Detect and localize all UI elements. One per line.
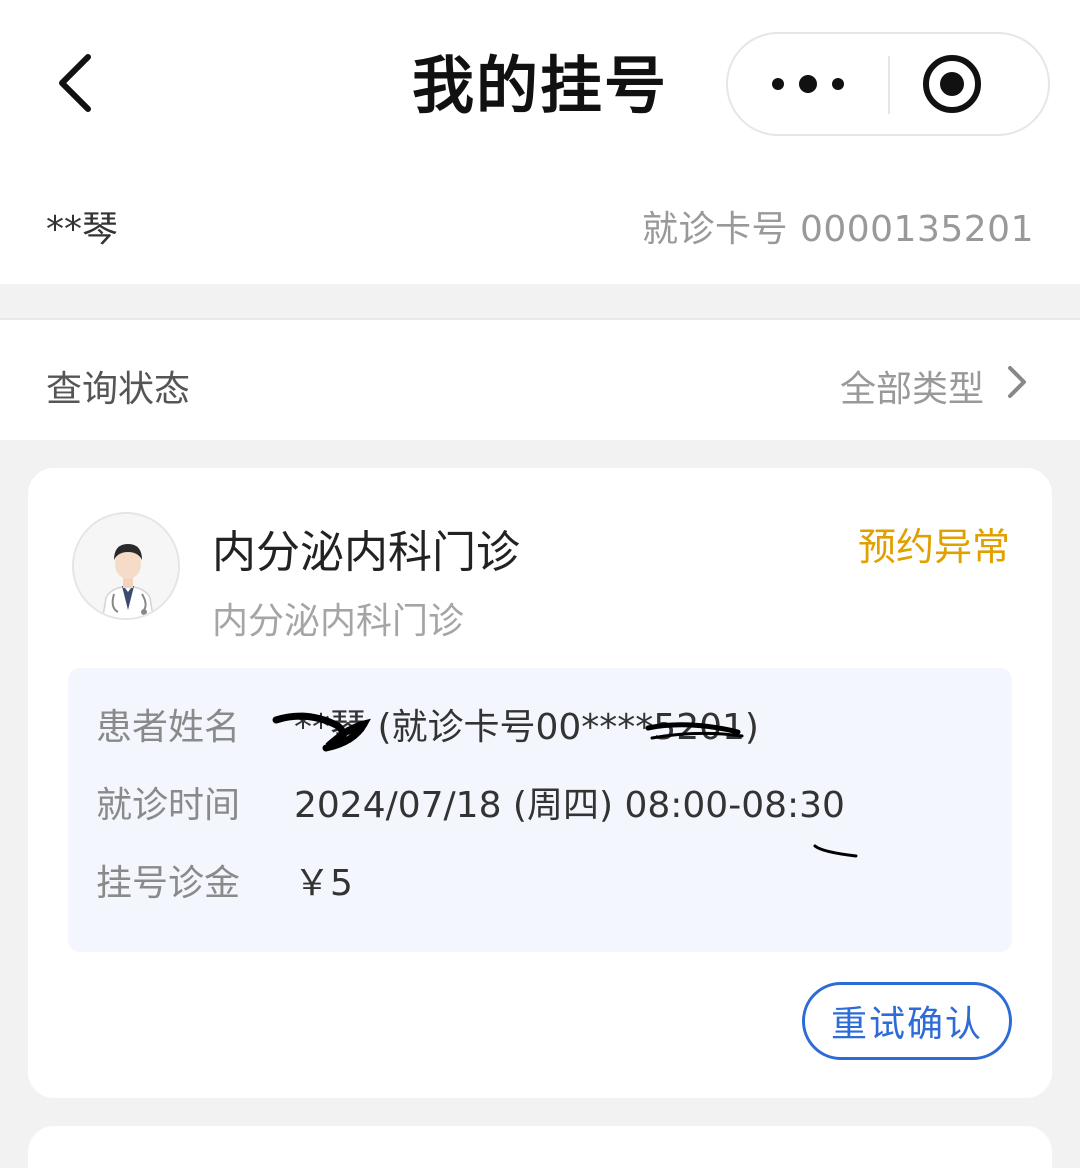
department-subtitle: 内分泌内科门诊	[212, 601, 465, 642]
detail-value: 2024/07/18 (周四) 08:00-08:30	[294, 785, 845, 826]
detail-value: ￥5	[294, 863, 353, 904]
detail-label: 挂号诊金	[96, 863, 241, 904]
detail-label: 患者姓名	[96, 707, 241, 748]
page-title: 我的挂号	[411, 49, 668, 122]
retry-confirm-button[interactable]: 重试确认	[802, 982, 1012, 1060]
filter-value: 全部类型	[839, 369, 984, 410]
doctor-avatar	[72, 512, 180, 620]
close-miniprogram-button[interactable]	[920, 52, 984, 116]
patient-row[interactable]: **琴 就诊卡号 0000135201	[0, 170, 1080, 284]
more-button[interactable]	[728, 34, 888, 134]
registration-details: 患者姓名 **琴 (就诊卡号00****5201) 就诊时间 2024/07/1…	[68, 668, 1012, 952]
filter-label: 查询状态	[46, 369, 191, 410]
more-dots-icon	[772, 75, 844, 93]
next-registration-card[interactable]	[28, 1126, 1052, 1168]
doctor-icon	[74, 514, 178, 618]
back-button[interactable]	[44, 48, 104, 118]
status-badge: 预约异常	[857, 525, 1010, 569]
stray-mark	[813, 844, 858, 858]
redaction-scribble	[272, 712, 744, 752]
patient-name: **琴	[46, 209, 119, 250]
detail-label: 就诊时间	[96, 785, 241, 826]
registration-card[interactable]: 内分泌内科门诊 内分泌内科门诊 预约异常 患者姓名 **琴 (就诊卡号00***…	[28, 468, 1052, 1098]
department-title: 内分泌内科门诊	[212, 527, 520, 578]
status-filter-row[interactable]: 查询状态 全部类型	[0, 318, 1080, 440]
mini-program-capsule	[726, 32, 1050, 136]
target-circle-icon	[923, 55, 981, 113]
page: 我的挂号 **琴 就诊卡号 0000135201 查询状态 全部类型 内分泌内科…	[0, 0, 1080, 1168]
detail-row-time: 就诊时间 2024/07/18 (周四) 08:00-08:30	[96, 772, 845, 832]
chevron-right-icon	[1008, 366, 1026, 398]
detail-row-fee: 挂号诊金 ￥5	[96, 850, 353, 910]
card-number: 就诊卡号 0000135201	[642, 209, 1034, 250]
chevron-left-icon	[59, 54, 91, 112]
navbar: 我的挂号	[0, 0, 1080, 170]
capsule-divider	[888, 56, 890, 114]
